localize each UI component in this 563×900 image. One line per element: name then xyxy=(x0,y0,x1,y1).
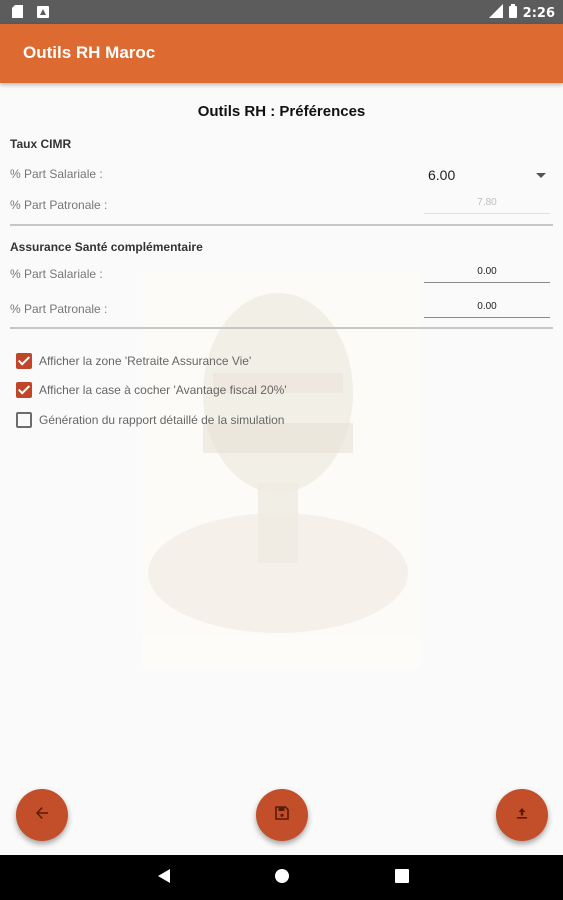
notification-icon xyxy=(37,5,49,23)
home-circle-icon[interactable] xyxy=(274,868,290,889)
navigation-bar xyxy=(0,855,563,900)
arrow-left-icon xyxy=(35,806,49,825)
assurance-patronale-label: % Part Patronale : xyxy=(10,302,108,316)
recents-square-icon[interactable] xyxy=(395,868,409,889)
cimr-salariale-spinner[interactable]: 6.00 xyxy=(424,164,550,188)
checkbox-checked[interactable] xyxy=(16,353,32,369)
page-title: Outils RH : Préférences xyxy=(197,103,366,120)
section-divider xyxy=(10,327,553,329)
preferences-content: Outils RH : Préférences Taux CIMR % Part… xyxy=(0,83,563,855)
sd-card-icon xyxy=(12,5,23,23)
app-bar: Outils RH Maroc xyxy=(0,24,563,83)
checkbox-unchecked[interactable] xyxy=(16,412,32,428)
option-label: Afficher la case à cocher 'Avantage fisc… xyxy=(39,383,287,397)
assurance-salariale-field[interactable] xyxy=(424,261,550,283)
save-icon xyxy=(275,805,289,825)
option-label: Afficher la zone 'Retraite Assurance Vie… xyxy=(39,354,252,368)
assurance-patronale-field[interactable] xyxy=(424,296,550,318)
option-retraite-assurance-vie[interactable]: Afficher la zone 'Retraite Assurance Vie… xyxy=(16,353,251,369)
assurance-section-title: Assurance Santé complémentaire xyxy=(10,240,203,254)
cimr-patronale-label: % Part Patronale : xyxy=(10,198,108,212)
save-button[interactable] xyxy=(256,789,308,841)
signal-icon xyxy=(488,4,503,23)
cimr-salariale-label: % Part Salariale : xyxy=(10,167,103,181)
status-time: 2:26 xyxy=(522,6,555,21)
assurance-salariale-label: % Part Salariale : xyxy=(10,267,103,281)
option-label: Génération du rapport détaillé de la sim… xyxy=(39,413,285,427)
section-divider xyxy=(10,224,553,226)
share-button[interactable] xyxy=(496,789,548,841)
back-triangle-icon[interactable] xyxy=(157,868,171,889)
option-avantage-fiscal[interactable]: Afficher la case à cocher 'Avantage fisc… xyxy=(16,382,287,398)
option-rapport-detaille[interactable]: Génération du rapport détaillé de la sim… xyxy=(16,412,284,428)
cimr-section-title: Taux CIMR xyxy=(10,137,72,151)
cimr-patronale-field xyxy=(424,192,550,214)
back-button[interactable] xyxy=(16,789,68,841)
upload-icon xyxy=(515,806,529,825)
app-title: Outils RH Maroc xyxy=(23,43,156,62)
checkbox-checked[interactable] xyxy=(16,382,32,398)
background-trophy-image xyxy=(143,273,420,668)
cimr-salariale-value: 6.00 xyxy=(428,167,456,183)
dropdown-arrow-icon xyxy=(536,173,546,178)
battery-icon xyxy=(508,4,517,23)
status-bar: 2:26 xyxy=(0,0,563,24)
